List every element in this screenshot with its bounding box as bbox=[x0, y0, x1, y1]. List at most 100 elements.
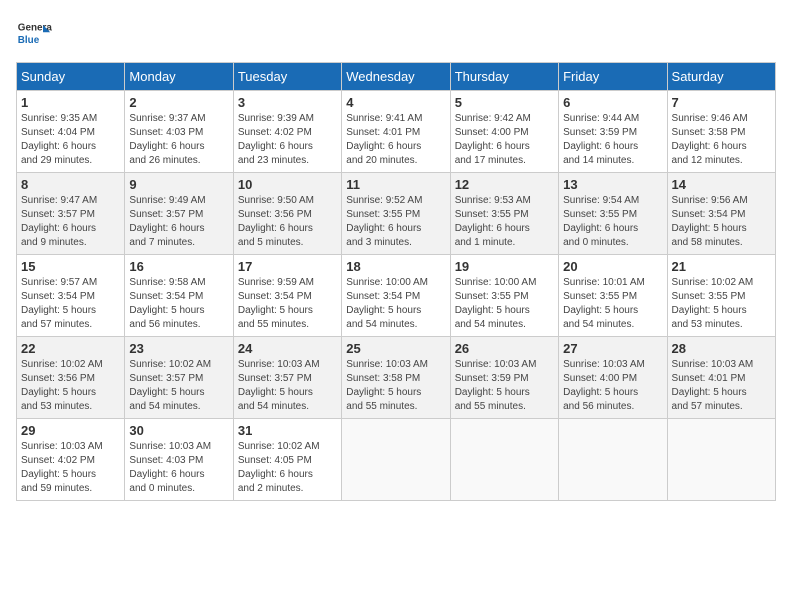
day-number: 31 bbox=[238, 423, 337, 438]
calendar-cell: 1Sunrise: 9:35 AM Sunset: 4:04 PM Daylig… bbox=[17, 91, 125, 173]
day-number: 27 bbox=[563, 341, 662, 356]
calendar-cell: 3 Sunrise: 9:39 AM Sunset: 4:02 PM Daylig… bbox=[233, 91, 341, 173]
day-number: 30 bbox=[129, 423, 228, 438]
calendar-cell: 9 Sunrise: 9:49 AM Sunset: 3:57 PM Daylig… bbox=[125, 173, 233, 255]
calendar-cell: 23Sunrise: 10:02 AM Sunset: 3:57 PM Dayl… bbox=[125, 337, 233, 419]
day-detail: Sunrise: 9:42 AM Sunset: 4:00 PM Dayligh… bbox=[455, 112, 554, 168]
day-number: 15 bbox=[21, 259, 120, 274]
logo-icon: GeneralBlue bbox=[16, 16, 52, 52]
day-detail: Sunrise: 10:03 AM Sunset: 3:59 PM Daylig… bbox=[455, 358, 554, 414]
calendar-week-row: 15 Sunrise: 9:57 AM Sunset: 3:54 PM Dayli… bbox=[17, 255, 776, 337]
day-detail: Sunrise: 9:46 AM Sunset: 3:58 PM Dayligh… bbox=[672, 112, 771, 168]
day-detail: Sunrise: 10:02 AM Sunset: 3:57 PM Daylig… bbox=[129, 358, 228, 414]
calendar-cell: 24 Sunrise: 10:03 AM Sunset: 3:57 PM Dayl… bbox=[233, 337, 341, 419]
weekday-header-row: SundayMondayTuesdayWednesdayThursdayFrid… bbox=[17, 63, 776, 91]
calendar-cell bbox=[450, 419, 558, 501]
day-detail: Sunrise: 9:53 AM Sunset: 3:55 PM Dayligh… bbox=[455, 194, 554, 250]
calendar-cell: 7 Sunrise: 9:46 AM Sunset: 3:58 PM Daylig… bbox=[667, 91, 775, 173]
day-detail: Sunrise: 9:50 AM Sunset: 3:56 PM Dayligh… bbox=[238, 194, 337, 250]
day-detail: Sunrise: 9:44 AM Sunset: 3:59 PM Dayligh… bbox=[563, 112, 662, 168]
weekday-header: Wednesday bbox=[342, 63, 450, 91]
day-number: 12 bbox=[455, 177, 554, 192]
day-detail: Sunrise: 10:00 AM Sunset: 3:54 PM Daylig… bbox=[346, 276, 445, 332]
day-number: 25 bbox=[346, 341, 445, 356]
calendar-cell: 4 Sunrise: 9:41 AM Sunset: 4:01 PM Daylig… bbox=[342, 91, 450, 173]
day-detail: Sunrise: 10:03 AM Sunset: 4:00 PM Daylig… bbox=[563, 358, 662, 414]
calendar-cell: 28 Sunrise: 10:03 AM Sunset: 4:01 PM Dayl… bbox=[667, 337, 775, 419]
calendar-cell: 10 Sunrise: 9:50 AM Sunset: 3:56 PM Dayli… bbox=[233, 173, 341, 255]
calendar-cell: 21 Sunrise: 10:02 AM Sunset: 3:55 PM Dayl… bbox=[667, 255, 775, 337]
day-number: 8 bbox=[21, 177, 120, 192]
calendar-cell: 17Sunrise: 9:59 AM Sunset: 3:54 PM Dayli… bbox=[233, 255, 341, 337]
day-detail: Sunrise: 9:47 AM Sunset: 3:57 PM Dayligh… bbox=[21, 194, 120, 250]
calendar-week-row: 29Sunrise: 10:03 AM Sunset: 4:02 PM Dayl… bbox=[17, 419, 776, 501]
calendar-week-row: 8 Sunrise: 9:47 AM Sunset: 3:57 PM Daylig… bbox=[17, 173, 776, 255]
day-detail: Sunrise: 9:35 AM Sunset: 4:04 PM Dayligh… bbox=[21, 112, 120, 168]
day-detail: Sunrise: 9:52 AM Sunset: 3:55 PM Dayligh… bbox=[346, 194, 445, 250]
calendar-cell: 12 Sunrise: 9:53 AM Sunset: 3:55 PM Dayli… bbox=[450, 173, 558, 255]
day-number: 10 bbox=[238, 177, 337, 192]
day-detail: Sunrise: 9:59 AM Sunset: 3:54 PM Dayligh… bbox=[238, 276, 337, 332]
calendar-cell: 6 Sunrise: 9:44 AM Sunset: 3:59 PM Daylig… bbox=[559, 91, 667, 173]
weekday-header: Monday bbox=[125, 63, 233, 91]
svg-text:Blue: Blue bbox=[18, 35, 40, 46]
calendar-cell: 22 Sunrise: 10:02 AM Sunset: 3:56 PM Dayl… bbox=[17, 337, 125, 419]
calendar-cell: 16 Sunrise: 9:58 AM Sunset: 3:54 PM Dayli… bbox=[125, 255, 233, 337]
calendar-cell: 19 Sunrise: 10:00 AM Sunset: 3:55 PM Dayl… bbox=[450, 255, 558, 337]
day-detail: Sunrise: 10:03 AM Sunset: 4:01 PM Daylig… bbox=[672, 358, 771, 414]
day-number: 11 bbox=[346, 177, 445, 192]
weekday-header: Tuesday bbox=[233, 63, 341, 91]
calendar-cell: 14 Sunrise: 9:56 AM Sunset: 3:54 PM Dayli… bbox=[667, 173, 775, 255]
calendar-cell: 29Sunrise: 10:03 AM Sunset: 4:02 PM Dayl… bbox=[17, 419, 125, 501]
day-detail: Sunrise: 10:02 AM Sunset: 4:05 PM Daylig… bbox=[238, 440, 337, 496]
calendar-cell: 18 Sunrise: 10:00 AM Sunset: 3:54 PM Dayl… bbox=[342, 255, 450, 337]
day-detail: Sunrise: 9:41 AM Sunset: 4:01 PM Dayligh… bbox=[346, 112, 445, 168]
calendar-week-row: 22 Sunrise: 10:02 AM Sunset: 3:56 PM Dayl… bbox=[17, 337, 776, 419]
calendar-cell: 13 Sunrise: 9:54 AM Sunset: 3:55 PM Dayli… bbox=[559, 173, 667, 255]
day-detail: Sunrise: 10:03 AM Sunset: 3:57 PM Daylig… bbox=[238, 358, 337, 414]
weekday-header: Thursday bbox=[450, 63, 558, 91]
day-number: 22 bbox=[21, 341, 120, 356]
day-number: 20 bbox=[563, 259, 662, 274]
calendar-cell: 11 Sunrise: 9:52 AM Sunset: 3:55 PM Dayli… bbox=[342, 173, 450, 255]
day-number: 26 bbox=[455, 341, 554, 356]
day-number: 2 bbox=[129, 95, 228, 110]
day-detail: Sunrise: 10:01 AM Sunset: 3:55 PM Daylig… bbox=[563, 276, 662, 332]
day-detail: Sunrise: 10:00 AM Sunset: 3:55 PM Daylig… bbox=[455, 276, 554, 332]
day-number: 14 bbox=[672, 177, 771, 192]
calendar-cell bbox=[342, 419, 450, 501]
day-detail: Sunrise: 9:58 AM Sunset: 3:54 PM Dayligh… bbox=[129, 276, 228, 332]
day-detail: Sunrise: 9:49 AM Sunset: 3:57 PM Dayligh… bbox=[129, 194, 228, 250]
day-number: 28 bbox=[672, 341, 771, 356]
day-detail: Sunrise: 10:02 AM Sunset: 3:56 PM Daylig… bbox=[21, 358, 120, 414]
day-number: 5 bbox=[455, 95, 554, 110]
day-number: 24 bbox=[238, 341, 337, 356]
day-number: 29 bbox=[21, 423, 120, 438]
day-number: 6 bbox=[563, 95, 662, 110]
day-detail: Sunrise: 10:03 AM Sunset: 4:03 PM Daylig… bbox=[129, 440, 228, 496]
calendar-cell bbox=[667, 419, 775, 501]
day-detail: Sunrise: 9:57 AM Sunset: 3:54 PM Dayligh… bbox=[21, 276, 120, 332]
day-number: 16 bbox=[129, 259, 228, 274]
day-number: 9 bbox=[129, 177, 228, 192]
day-detail: Sunrise: 10:03 AM Sunset: 3:58 PM Daylig… bbox=[346, 358, 445, 414]
calendar-cell: 27 Sunrise: 10:03 AM Sunset: 4:00 PM Dayl… bbox=[559, 337, 667, 419]
logo: GeneralBlue bbox=[16, 16, 52, 52]
calendar-table: SundayMondayTuesdayWednesdayThursdayFrid… bbox=[16, 62, 776, 501]
day-number: 4 bbox=[346, 95, 445, 110]
calendar-cell: 20 Sunrise: 10:01 AM Sunset: 3:55 PM Dayl… bbox=[559, 255, 667, 337]
day-detail: Sunrise: 9:54 AM Sunset: 3:55 PM Dayligh… bbox=[563, 194, 662, 250]
calendar-week-row: 1Sunrise: 9:35 AM Sunset: 4:04 PM Daylig… bbox=[17, 91, 776, 173]
day-number: 19 bbox=[455, 259, 554, 274]
weekday-header: Friday bbox=[559, 63, 667, 91]
day-number: 21 bbox=[672, 259, 771, 274]
calendar-cell: 25 Sunrise: 10:03 AM Sunset: 3:58 PM Dayl… bbox=[342, 337, 450, 419]
day-number: 3 bbox=[238, 95, 337, 110]
calendar-cell: 2Sunrise: 9:37 AM Sunset: 4:03 PM Daylig… bbox=[125, 91, 233, 173]
day-detail: Sunrise: 9:39 AM Sunset: 4:02 PM Dayligh… bbox=[238, 112, 337, 168]
day-number: 13 bbox=[563, 177, 662, 192]
day-number: 7 bbox=[672, 95, 771, 110]
day-detail: Sunrise: 9:56 AM Sunset: 3:54 PM Dayligh… bbox=[672, 194, 771, 250]
day-number: 18 bbox=[346, 259, 445, 274]
day-detail: Sunrise: 10:02 AM Sunset: 3:55 PM Daylig… bbox=[672, 276, 771, 332]
